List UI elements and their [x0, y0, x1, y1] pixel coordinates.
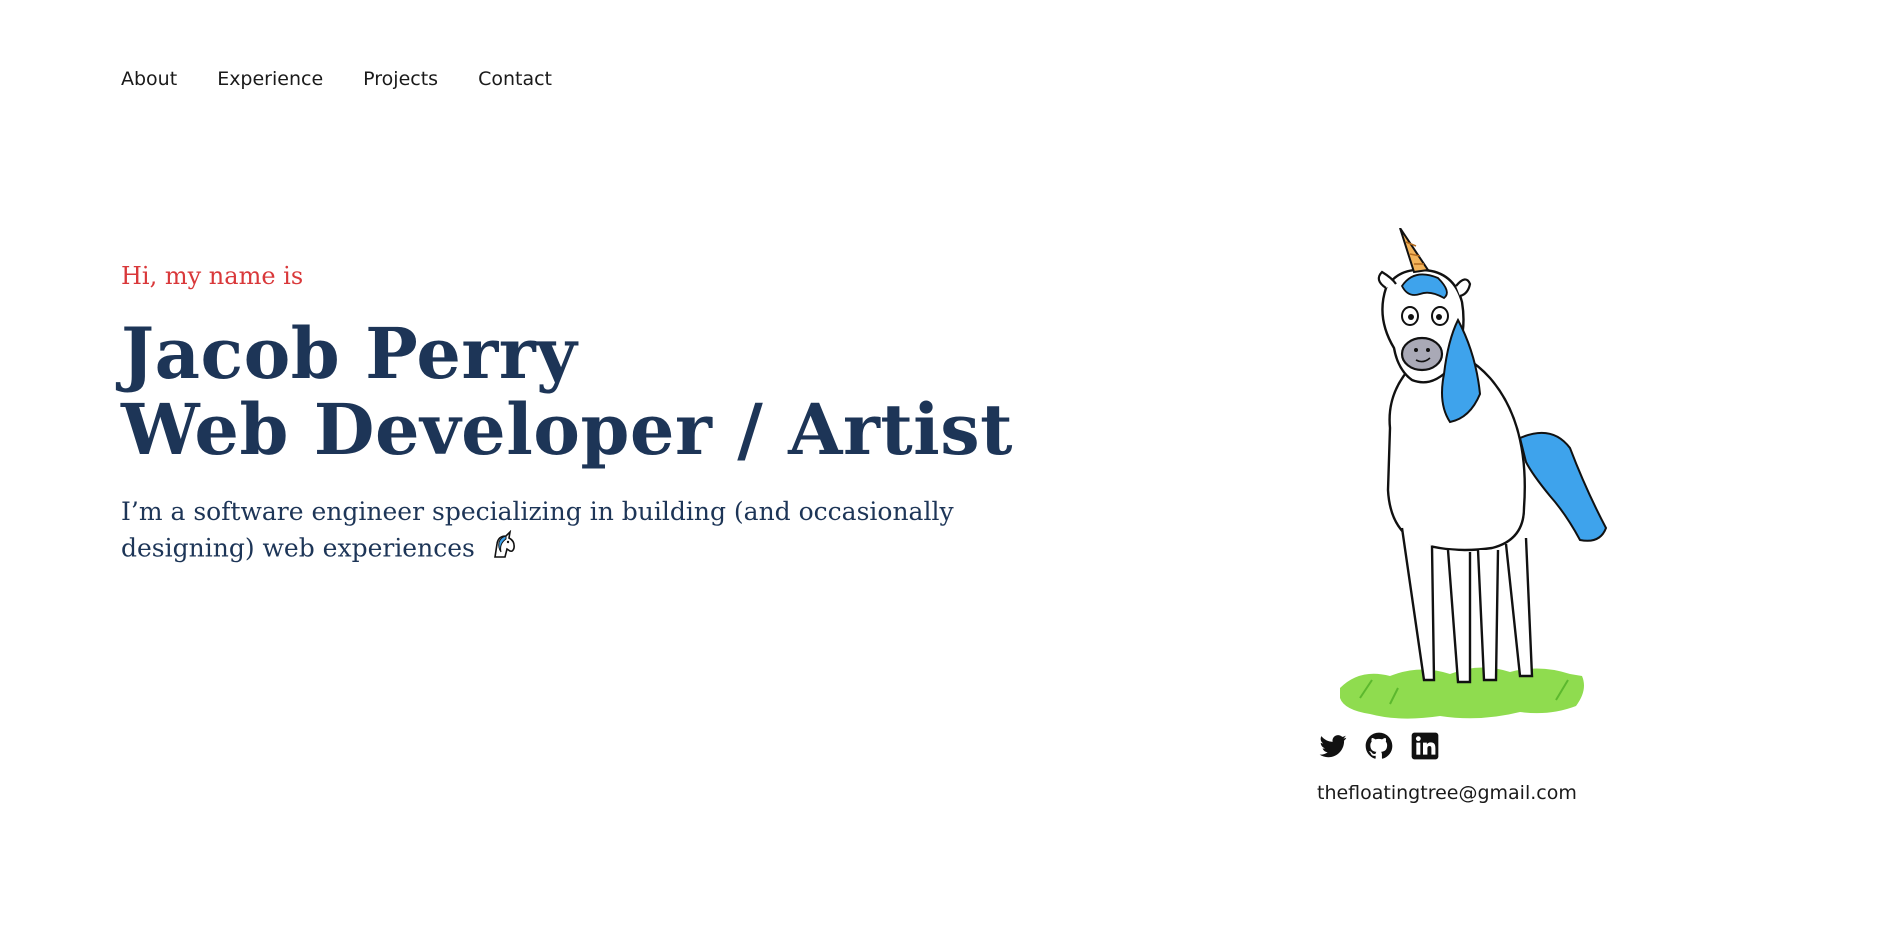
twitter-icon [1317, 730, 1349, 762]
email-link[interactable]: thefloatingtree@gmail.com [1317, 782, 1577, 804]
linkedin-link[interactable] [1409, 730, 1441, 762]
social-links [1317, 730, 1441, 762]
unicorn-emoji-icon [489, 529, 519, 570]
hero-section: Hi, my name is Jacob Perry Web Developer… [121, 262, 1121, 570]
nav-about[interactable]: About [121, 68, 177, 90]
github-link[interactable] [1363, 730, 1395, 762]
unicorn-illustration [1320, 227, 1620, 728]
intro-sentence: I’m a software engineer specializing in … [121, 497, 954, 563]
greeting-text: Hi, my name is [121, 262, 304, 290]
linkedin-icon [1409, 730, 1441, 762]
hero-role: Web Developer / Artist [121, 388, 1014, 471]
twitter-link[interactable] [1317, 730, 1349, 762]
intro-text: I’m a software engineer specializing in … [121, 494, 1081, 570]
main-nav: About Experience Projects Contact [121, 68, 552, 90]
nav-experience[interactable]: Experience [217, 68, 323, 90]
nav-projects[interactable]: Projects [363, 68, 438, 90]
github-icon [1363, 730, 1395, 762]
hero-name: Jacob Perry [121, 312, 578, 395]
nav-contact[interactable]: Contact [478, 68, 552, 90]
